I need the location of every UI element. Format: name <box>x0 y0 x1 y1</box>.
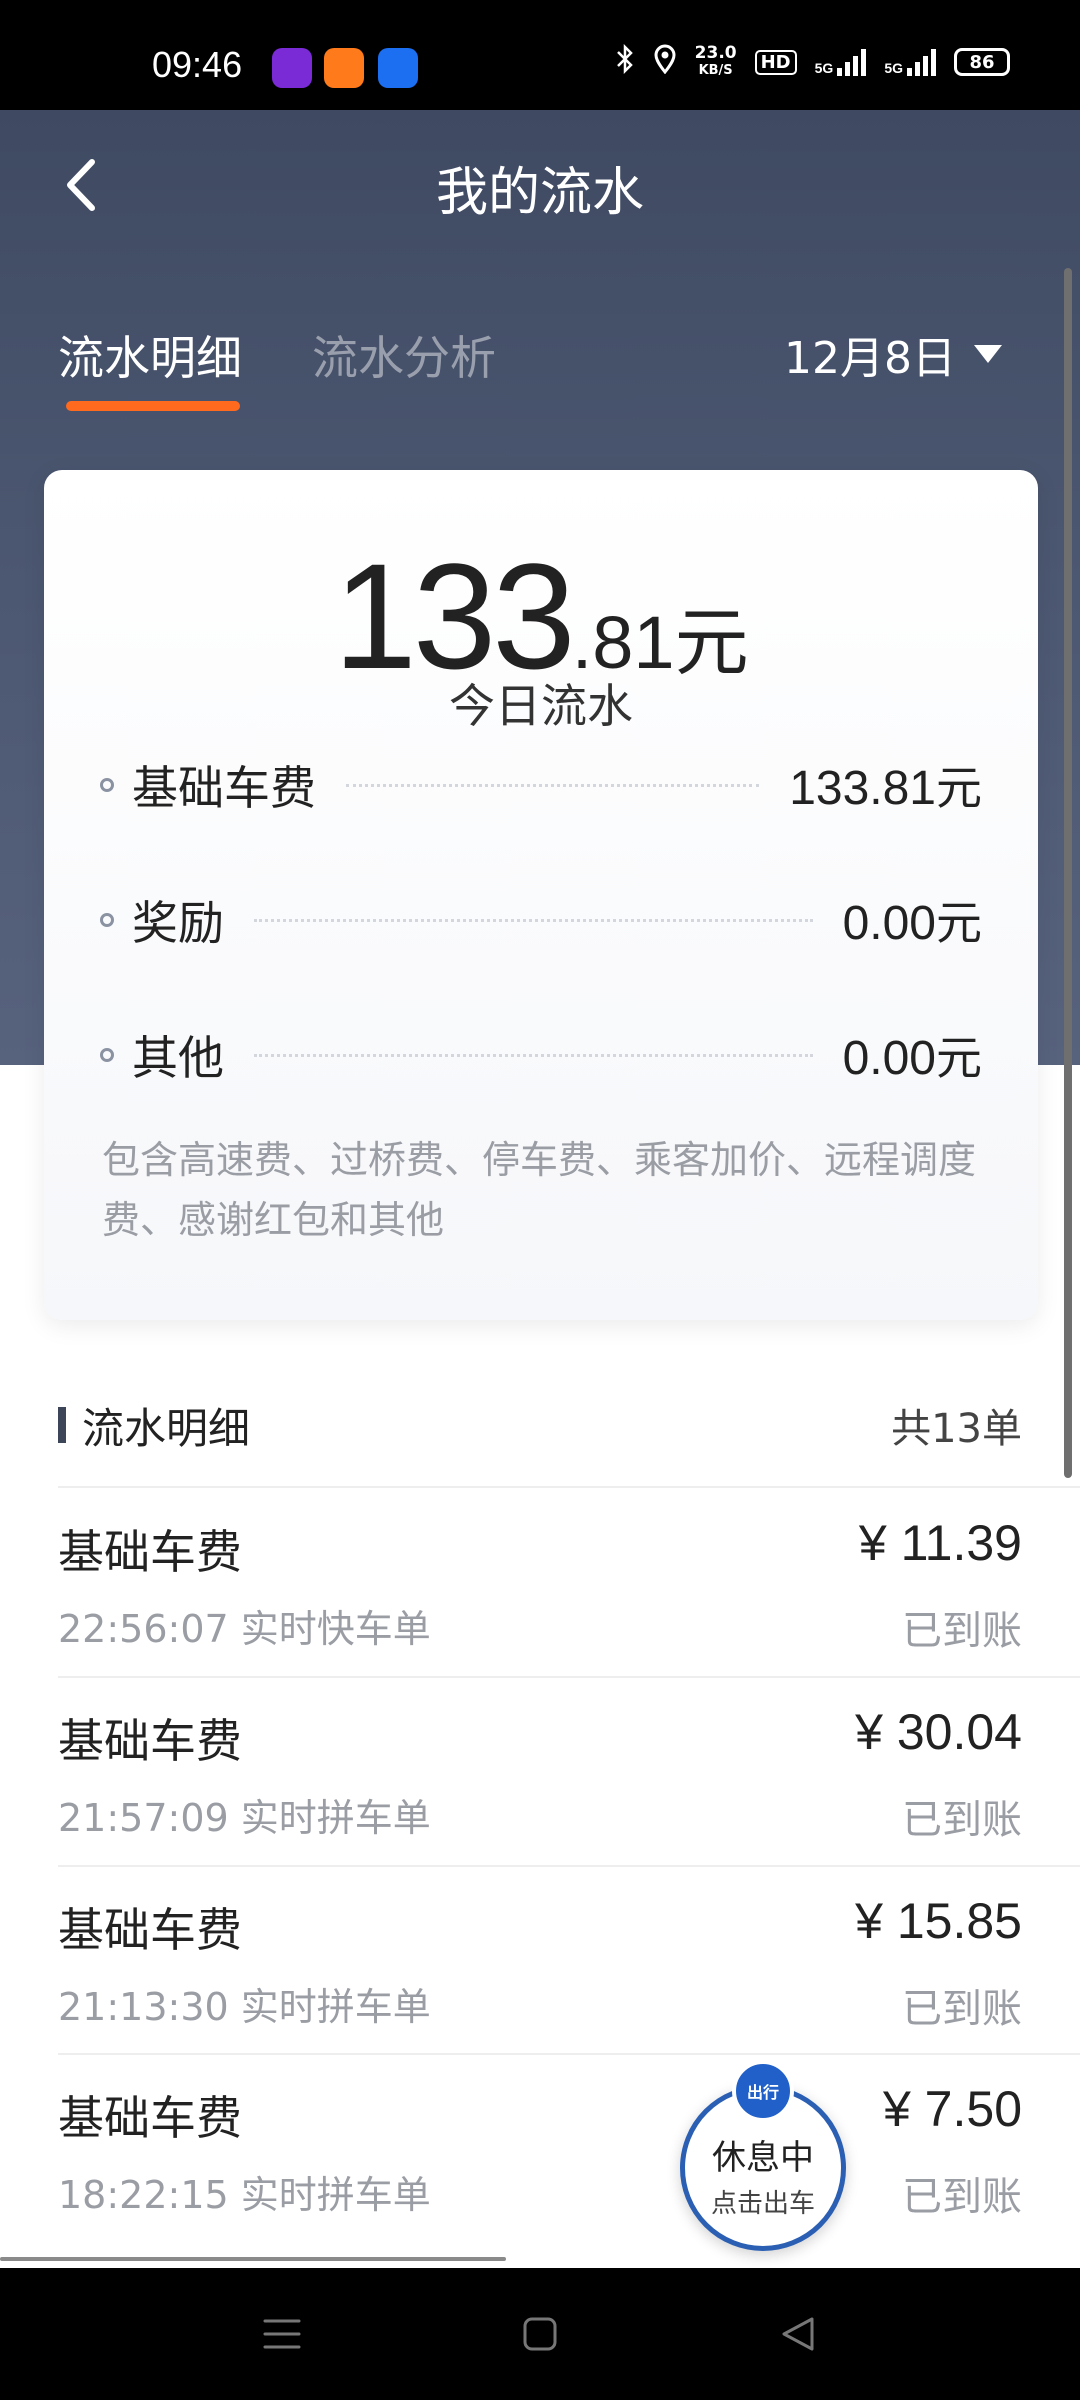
table-row[interactable]: 基础车费 18:22:15 实时拼车单 ¥ 7.50 已到账 <box>58 2056 1022 2244</box>
tx-amount: ¥ 30.04 <box>855 1704 1022 1760</box>
signal-icon: 5G <box>815 48 867 76</box>
order-count: 共13单 <box>891 1406 1022 1452</box>
battery-icon: 86 <box>954 48 1010 76</box>
recent-apps-button[interactable] <box>222 2268 342 2400</box>
dotted-leader <box>254 918 813 922</box>
bluetooth-icon <box>615 43 635 80</box>
tx-amount: ¥ 7.50 <box>882 2081 1022 2137</box>
date-dropdown[interactable]: 12月8日 <box>784 322 1002 386</box>
status-time: 09:46 <box>152 44 243 85</box>
divider <box>58 1865 1080 1867</box>
network-speed: 23.0 KB/S <box>694 43 737 79</box>
status-bar: 09:46 23.0 KB/S HD 5G 5G 86 <box>0 0 1080 110</box>
table-row[interactable]: 基础车费 21:13:30 实时拼车单 ¥ 15.85 已到账 <box>58 1868 1022 2056</box>
table-row[interactable]: 基础车费 22:56:07 实时快车单 ¥ 11.39 已到账 <box>58 1490 1022 1678</box>
app-logo-icon: 出行 <box>732 2060 794 2122</box>
back-button[interactable] <box>56 150 106 220</box>
line-item-value: 0.00元 <box>842 1031 982 1085</box>
line-item-other: 其他 0.00元 <box>100 1025 982 1085</box>
line-item-reward: 奖励 0.00元 <box>100 890 982 950</box>
active-tab-indicator <box>66 401 240 411</box>
bullet-icon <box>100 913 114 927</box>
chevron-left-icon <box>67 159 95 211</box>
back-triangle-icon <box>782 2317 814 2351</box>
table-row[interactable]: 基础车费 21:57:09 实时拼车单 ¥ 30.04 已到账 <box>58 1679 1022 1867</box>
detail-section-header: 流水明细 共13单 <box>58 1390 1022 1460</box>
line-item-label: 其他 <box>132 1031 224 1085</box>
tx-time-order: 18:22:15 实时拼车单 <box>58 2173 431 2217</box>
tx-type: 基础车费 <box>58 1903 242 1957</box>
tab-analysis[interactable]: 流水分析 <box>312 322 496 388</box>
app-notification-icon <box>378 48 418 88</box>
triangle-down-icon <box>974 345 1002 363</box>
line-item-value: 133.81元 <box>789 761 982 815</box>
date-label: 12月8日 <box>784 333 956 384</box>
home-button[interactable] <box>480 2268 600 2400</box>
tx-time-order: 21:57:09 实时拼车单 <box>58 1796 431 1840</box>
status-indicators: 23.0 KB/S HD 5G 5G 86 <box>615 43 1010 80</box>
tx-status: 已到账 <box>902 1986 1022 2032</box>
line-item-base-fare: 基础车费 133.81元 <box>100 755 982 815</box>
summary-card: 133.81元 今日流水 基础车费 133.81元 奖励 0.00元 其他 0.… <box>44 470 1038 1320</box>
horizontal-scroll-indicator <box>0 2257 506 2261</box>
dotted-leader <box>346 783 760 787</box>
rest-action-hint: 点击出车 <box>710 2189 815 2219</box>
app-notification-icon <box>324 48 364 88</box>
bullet-icon <box>100 778 114 792</box>
tx-type: 基础车费 <box>58 1525 242 1579</box>
tx-status: 已到账 <box>902 2174 1022 2220</box>
app-notification-icon <box>272 48 312 88</box>
divider <box>58 1676 1080 1678</box>
tx-type: 基础车费 <box>58 1714 242 1768</box>
rest-status: 休息中 <box>712 2138 814 2178</box>
line-item-value: 0.00元 <box>842 896 982 950</box>
dotted-leader <box>254 1053 813 1057</box>
amount-label: 今日流水 <box>449 679 633 733</box>
tx-status: 已到账 <box>902 1797 1022 1843</box>
home-square-icon <box>523 2317 557 2351</box>
divider <box>58 2053 1080 2055</box>
page-title: 我的流水 <box>435 163 644 223</box>
section-title: 流水明细 <box>82 1403 251 1453</box>
go-online-button[interactable]: 出行 休息中 点击出车 <box>680 2060 846 2251</box>
section-marker <box>58 1407 66 1443</box>
divider <box>58 1486 1080 1488</box>
tab-detail[interactable]: 流水明细 <box>58 322 242 388</box>
line-item-label: 基础车费 <box>132 761 316 815</box>
system-back-button[interactable] <box>738 2268 858 2400</box>
signal-icon: 5G <box>884 48 936 76</box>
hd-badge: HD <box>754 49 797 75</box>
tx-amount: ¥ 11.39 <box>858 1515 1022 1571</box>
system-nav-bar <box>0 2268 1080 2400</box>
bullet-icon <box>100 1048 114 1062</box>
other-fees-note: 包含高速费、过桥费、停车费、乘客加价、远程调度费、感谢红包和其他 <box>102 1138 977 1242</box>
scrollbar[interactable] <box>1064 268 1072 1478</box>
tx-time-order: 21:13:30 实时拼车单 <box>58 1985 431 2029</box>
tx-amount: ¥ 15.85 <box>855 1893 1022 1949</box>
tx-time-order: 22:56:07 实时快车单 <box>58 1607 431 1651</box>
tx-status: 已到账 <box>902 1608 1022 1654</box>
menu-icon <box>263 2319 301 2349</box>
tx-type: 基础车费 <box>58 2091 242 2145</box>
location-icon <box>653 44 677 80</box>
line-item-label: 奖励 <box>132 896 224 950</box>
